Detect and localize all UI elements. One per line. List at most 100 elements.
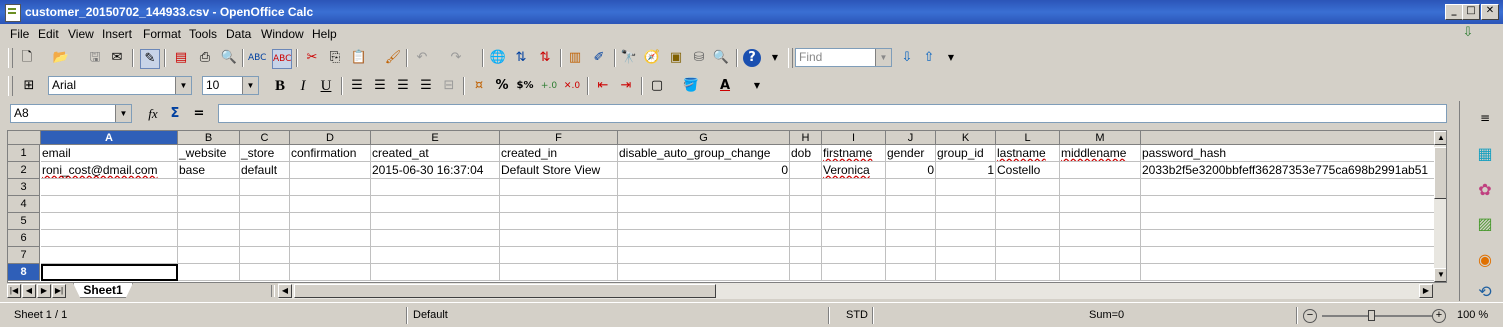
grid-cell[interactable] xyxy=(822,213,886,230)
scroll-up-icon[interactable]: ▲ xyxy=(1434,131,1446,145)
grid-cell[interactable] xyxy=(1060,196,1141,213)
grid-cell[interactable] xyxy=(996,264,1060,281)
find-previous-icon[interactable]: ⇧ xyxy=(920,49,938,67)
grid-cell[interactable] xyxy=(886,247,936,264)
spellcheck-icon[interactable]: ABC xyxy=(248,49,266,67)
grid-cell[interactable] xyxy=(178,230,240,247)
horizontal-scroll-thumb[interactable] xyxy=(294,284,716,298)
zoom-icon[interactable]: 🔍 xyxy=(712,49,730,67)
chevron-down-icon[interactable]: ▼ xyxy=(115,105,131,122)
menu-window[interactable]: Window xyxy=(261,27,304,41)
show-draw-functions-icon[interactable]: ✐ xyxy=(590,49,608,67)
grid-cell[interactable] xyxy=(1141,179,1441,196)
find-input[interactable]: Find ▼ xyxy=(795,48,892,67)
grid-cell[interactable] xyxy=(936,247,996,264)
grid-cell[interactable] xyxy=(996,196,1060,213)
menu-file[interactable]: File xyxy=(10,27,29,41)
grid-cell[interactable] xyxy=(936,230,996,247)
column-header[interactable]: F xyxy=(500,131,618,145)
grid-cell[interactable] xyxy=(41,230,178,247)
tab-split-handle[interactable] xyxy=(271,285,275,297)
grid-cell[interactable] xyxy=(240,179,290,196)
grid-cell[interactable] xyxy=(371,230,500,247)
grid-cell[interactable]: email xyxy=(41,145,178,162)
merge-cells-icon[interactable]: ⊟ xyxy=(440,77,458,95)
percent-format-icon[interactable]: % xyxy=(493,77,511,95)
first-sheet-icon[interactable]: |◀ xyxy=(7,284,21,298)
column-header[interactable]: I xyxy=(822,131,886,145)
menu-format[interactable]: Format xyxy=(143,27,181,41)
grid-cell[interactable]: 0 xyxy=(618,162,790,179)
grid-cell[interactable] xyxy=(290,264,371,281)
undo-icon[interactable]: ↶ xyxy=(413,49,431,67)
help-icon[interactable]: ? xyxy=(743,49,761,67)
align-right-icon[interactable]: ☰ xyxy=(394,77,412,95)
page-style[interactable]: Default xyxy=(413,307,448,324)
grid-cell[interactable]: 1 xyxy=(936,162,996,179)
grid-cell[interactable] xyxy=(240,264,290,281)
export-pdf-icon[interactable]: ▤ xyxy=(172,49,190,67)
column-header[interactable]: E xyxy=(371,131,500,145)
decrease-indent-icon[interactable]: ⇤ xyxy=(594,77,612,95)
grid-cell[interactable]: dob xyxy=(790,145,822,162)
grid-cell[interactable]: middlename xyxy=(1060,145,1141,162)
sheet-tab-sheet1[interactable]: Sheet1 xyxy=(73,283,133,298)
grid-cell[interactable]: roni_cost@dmail.com xyxy=(41,162,178,179)
scroll-right-icon[interactable]: ▶ xyxy=(1419,284,1433,298)
bold-button[interactable]: B xyxy=(271,77,289,95)
grid-cell[interactable]: Veronica xyxy=(822,162,886,179)
grid-cell[interactable] xyxy=(500,213,618,230)
grid-cell[interactable] xyxy=(886,230,936,247)
previous-sheet-icon[interactable]: ◀ xyxy=(22,284,36,298)
find-next-icon[interactable]: ⇩ xyxy=(898,49,916,67)
grid-cell[interactable] xyxy=(936,179,996,196)
function-wizard-button[interactable]: fx xyxy=(144,105,162,123)
chevron-down-icon[interactable]: ▼ xyxy=(242,77,258,94)
grid-cell[interactable] xyxy=(41,196,178,213)
grid-cell[interactable] xyxy=(41,264,178,281)
gallery-sidebar-icon[interactable]: ▨ xyxy=(1474,213,1496,235)
add-decimal-icon[interactable]: +.0 xyxy=(540,77,558,95)
grid-cell[interactable]: created_at xyxy=(371,145,500,162)
grid-cell[interactable] xyxy=(996,230,1060,247)
edit-file-icon[interactable]: ✎ xyxy=(140,49,160,69)
column-header[interactable]: K xyxy=(936,131,996,145)
grid-cell[interactable] xyxy=(371,264,500,281)
column-header[interactable] xyxy=(1141,131,1441,145)
menu-help[interactable]: Help xyxy=(312,27,337,41)
grid-cell[interactable] xyxy=(1060,264,1141,281)
grid-cell[interactable] xyxy=(936,264,996,281)
formula-input[interactable] xyxy=(218,104,1447,123)
autospellcheck-icon[interactable]: ABC xyxy=(272,49,292,69)
grid-cell[interactable]: Costello xyxy=(996,162,1060,179)
page-preview-icon[interactable]: 🔍 xyxy=(220,49,238,67)
align-center-icon[interactable]: ☰ xyxy=(371,77,389,95)
grid-cell[interactable] xyxy=(1060,162,1141,179)
chevron-down-icon[interactable]: ▼ xyxy=(875,49,891,66)
row-header[interactable]: 5 xyxy=(8,213,40,230)
grid-cell[interactable] xyxy=(500,264,618,281)
menu-insert[interactable]: Insert xyxy=(102,27,132,41)
new-document-icon[interactable]: 🗋 xyxy=(18,49,36,67)
menu-tools[interactable]: Tools xyxy=(189,27,217,41)
column-header[interactable]: G xyxy=(618,131,790,145)
email-icon[interactable]: ✉ xyxy=(108,49,126,67)
last-sheet-icon[interactable]: ▶| xyxy=(52,284,66,298)
grid-cell[interactable] xyxy=(790,247,822,264)
data-sources-icon[interactable]: ⛁ xyxy=(690,49,708,67)
grid-cell[interactable] xyxy=(178,179,240,196)
zoom-slider-track[interactable] xyxy=(1322,315,1432,317)
toolbar-overflow-icon[interactable]: ▼ xyxy=(770,49,780,67)
background-color-icon[interactable]: 🪣 xyxy=(682,77,700,95)
properties-icon[interactable]: ▦ xyxy=(1474,143,1496,165)
grid-cell[interactable]: firstname xyxy=(822,145,886,162)
row-header[interactable]: 2 xyxy=(8,162,40,179)
grid-cell[interactable] xyxy=(500,179,618,196)
grid-cell[interactable] xyxy=(290,230,371,247)
grid-cell[interactable] xyxy=(240,247,290,264)
scroll-left-icon[interactable]: ◀ xyxy=(278,284,292,298)
grid-cell[interactable] xyxy=(500,247,618,264)
grid-cell[interactable] xyxy=(790,196,822,213)
grid-cell[interactable] xyxy=(822,179,886,196)
select-all-corner[interactable] xyxy=(8,131,41,145)
